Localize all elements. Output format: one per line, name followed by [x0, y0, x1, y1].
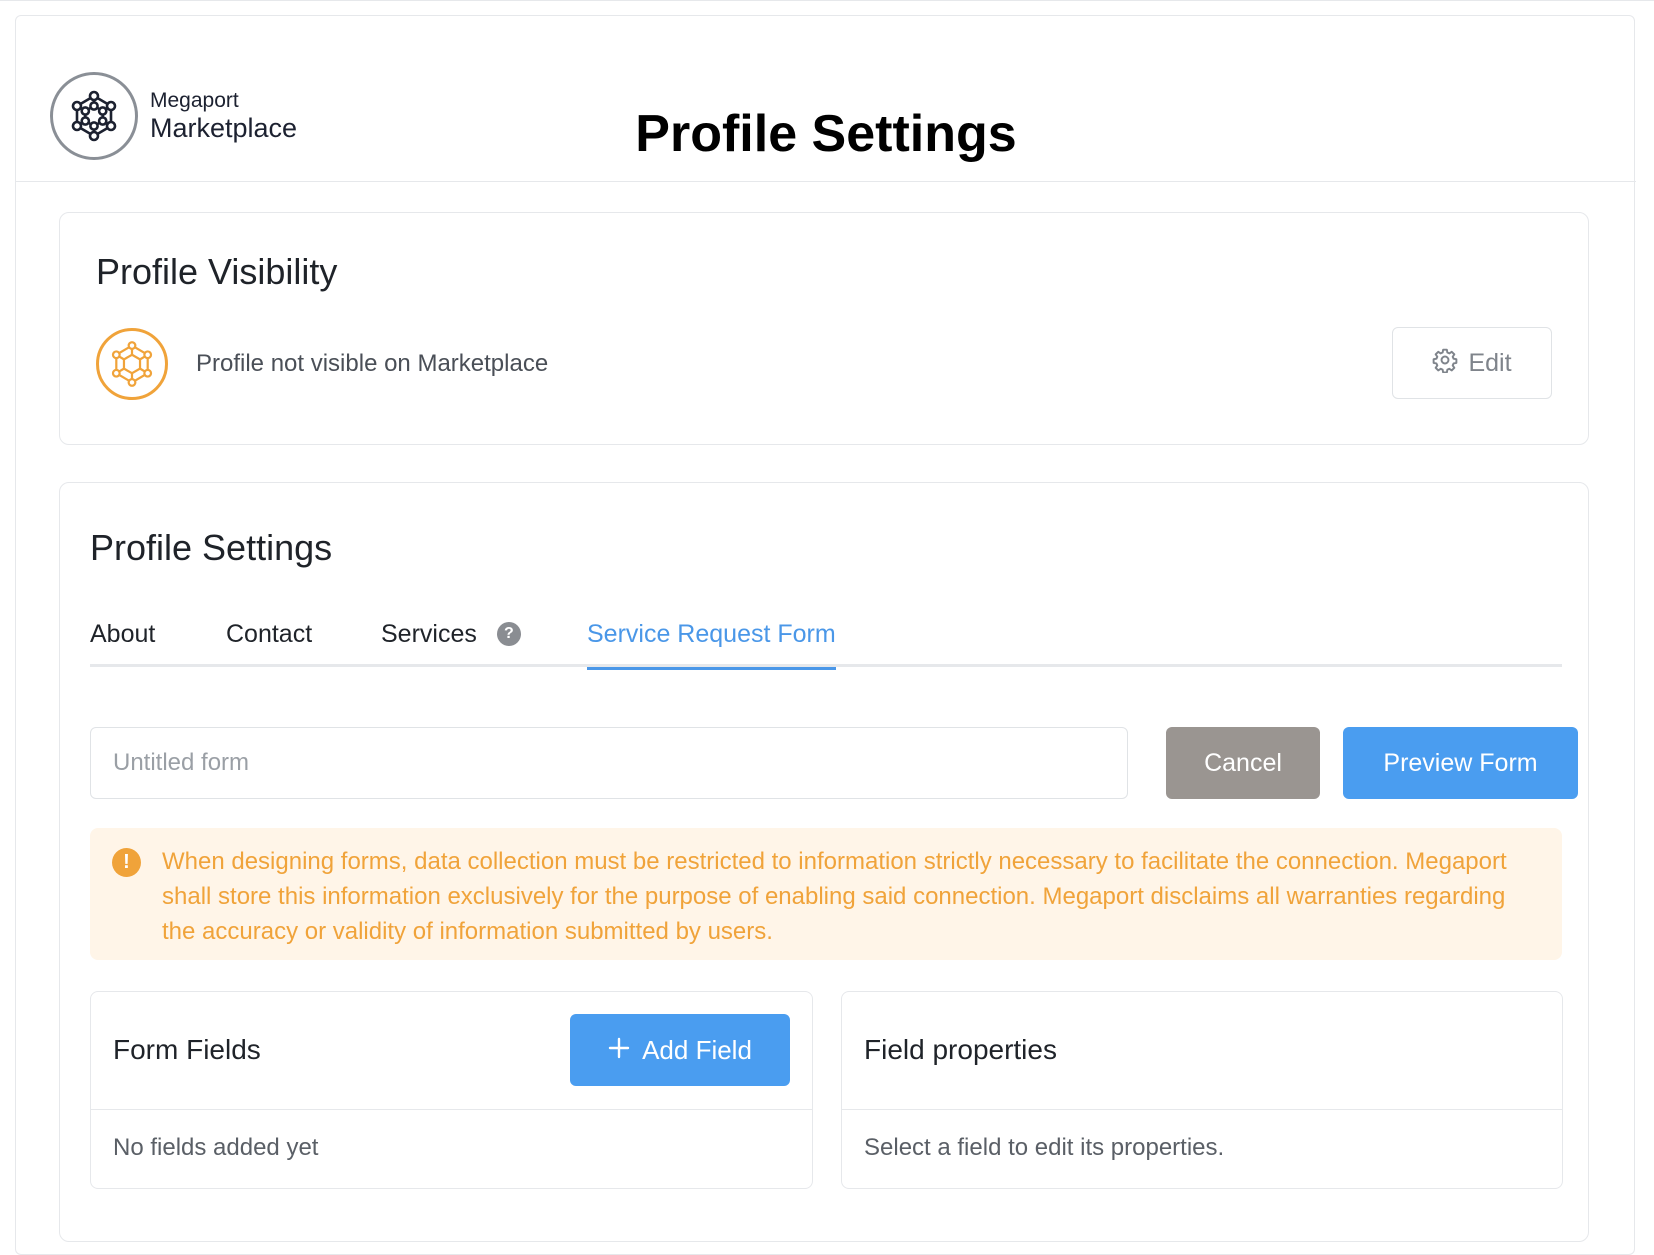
tab-service-request-form-label: Service Request Form	[587, 619, 836, 648]
form-name-input[interactable]	[90, 727, 1128, 799]
field-properties-title: Field properties	[864, 1034, 1057, 1065]
tab-services-label: Services	[381, 619, 477, 648]
cancel-button[interactable]: Cancel	[1166, 727, 1320, 799]
notice-text: When designing forms, data collection mu…	[162, 848, 1507, 945]
marketplace-status-icon	[96, 328, 168, 400]
profile-visibility-card: Profile Visibility Profile not visible o…	[59, 212, 1589, 445]
form-fields-title: Form Fields	[113, 1034, 261, 1065]
tab-service-request-form[interactable]: Service Request Form	[587, 601, 836, 670]
tab-about[interactable]: About	[90, 601, 155, 667]
form-fields-header: Form Fields Add Field	[91, 992, 812, 1110]
help-icon[interactable]: ?	[496, 622, 521, 646]
plus-icon	[608, 1035, 630, 1066]
field-properties-panel: Field properties Select a field to edit …	[841, 991, 1563, 1189]
field-properties-empty-text: Select a field to edit its properties.	[864, 1134, 1225, 1161]
edit-label: Edit	[1468, 348, 1512, 377]
tab-about-label: About	[90, 619, 156, 648]
top-rule	[0, 0, 1654, 1]
preview-form-button[interactable]: Preview Form	[1343, 727, 1578, 799]
tab-contact-label: Contact	[226, 619, 313, 648]
profile-settings-card: Profile Settings About Contact Services …	[59, 482, 1589, 1242]
add-field-button[interactable]: Add Field	[570, 1014, 790, 1086]
edit-visibility-button[interactable]: Edit	[1392, 327, 1552, 399]
page-title: Profile Settings	[635, 105, 1017, 163]
tab-contact[interactable]: Contact	[226, 601, 312, 667]
form-fields-panel: Form Fields Add Field No fields added ye…	[90, 991, 813, 1189]
visibility-status-text: Profile not visible on Marketplace	[196, 350, 549, 377]
warning-icon: !	[112, 848, 141, 877]
gear-icon	[1432, 347, 1458, 380]
data-collection-notice: ! When designing forms, data collection …	[90, 828, 1562, 960]
form-fields-empty-text: No fields added yet	[113, 1134, 319, 1161]
tab-services[interactable]: Services ?	[381, 601, 521, 667]
field-properties-header: Field properties	[842, 992, 1562, 1110]
header: Megaport Marketplace Profile Settings	[16, 16, 1636, 182]
page-container: Megaport Marketplace Profile Settings Pr…	[15, 15, 1636, 1255]
profile-settings-title: Profile Settings	[90, 527, 333, 568]
profile-visibility-title: Profile Visibility	[96, 251, 338, 292]
settings-tabs: About Contact Services ? Service Request…	[90, 601, 1562, 670]
add-field-label: Add Field	[642, 1034, 752, 1065]
